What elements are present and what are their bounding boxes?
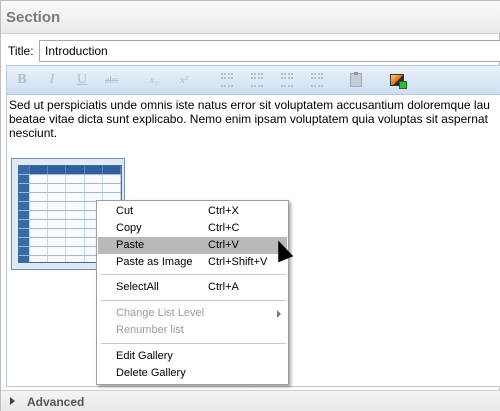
bulleted-list-button[interactable] — [217, 71, 237, 89]
editor-content-text[interactable]: Sed ut perspiciatis unde omnis iste natu… — [9, 98, 499, 140]
menu-separator — [101, 274, 286, 275]
underline-button[interactable]: U — [72, 71, 92, 89]
subscript-button[interactable]: x₂ — [144, 71, 164, 89]
section-title: Section — [6, 9, 61, 26]
editor-toolbar: B I U abc x₂ x² — [7, 66, 500, 95]
menu-item-paste-as-image[interactable]: Paste as Image Ctrl+Shift+V — [98, 254, 287, 271]
advanced-label: Advanced — [27, 395, 85, 409]
menu-item-paste[interactable]: Paste Ctrl+V — [98, 237, 287, 254]
paste-button[interactable] — [346, 71, 366, 89]
numbered-list-button[interactable] — [247, 71, 267, 89]
submenu-arrow-icon — [277, 310, 281, 318]
menu-item-renumber-list[interactable]: Renumber list — [98, 322, 287, 339]
bold-button[interactable]: B — [12, 71, 32, 89]
numbered-list-icon — [251, 73, 263, 87]
strikethrough-button[interactable]: abc — [102, 71, 122, 89]
menu-item-select-all[interactable]: SelectAll Ctrl+A — [98, 279, 287, 296]
title-label: Title: — [8, 44, 34, 58]
menu-separator — [101, 300, 286, 301]
outdent-button[interactable] — [307, 71, 327, 89]
section-header: Section — [1, 1, 500, 34]
menu-separator — [101, 343, 286, 344]
title-input[interactable] — [39, 40, 500, 62]
insert-image-icon — [390, 74, 407, 89]
menu-item-change-list-level[interactable]: Change List Level — [98, 305, 287, 322]
superscript-button[interactable]: x² — [174, 71, 194, 89]
expand-arrow-icon — [10, 397, 15, 405]
menu-item-delete-gallery[interactable]: Delete Gallery — [98, 365, 287, 382]
italic-button[interactable]: I — [42, 71, 62, 89]
menu-item-cut[interactable]: Cut Ctrl+X — [98, 203, 287, 220]
context-menu: Cut Ctrl+X Copy Ctrl+C Paste Ctrl+V Past… — [96, 200, 289, 385]
insert-image-button[interactable] — [387, 71, 407, 89]
indent-icon — [281, 73, 293, 87]
bulleted-list-icon — [221, 73, 233, 87]
menu-item-edit-gallery[interactable]: Edit Gallery — [98, 348, 287, 365]
clipboard-icon — [350, 72, 362, 87]
menu-item-copy[interactable]: Copy Ctrl+C — [98, 220, 287, 237]
outdent-icon — [311, 73, 323, 87]
indent-button[interactable] — [277, 71, 297, 89]
advanced-section-header[interactable]: Advanced — [1, 390, 500, 411]
